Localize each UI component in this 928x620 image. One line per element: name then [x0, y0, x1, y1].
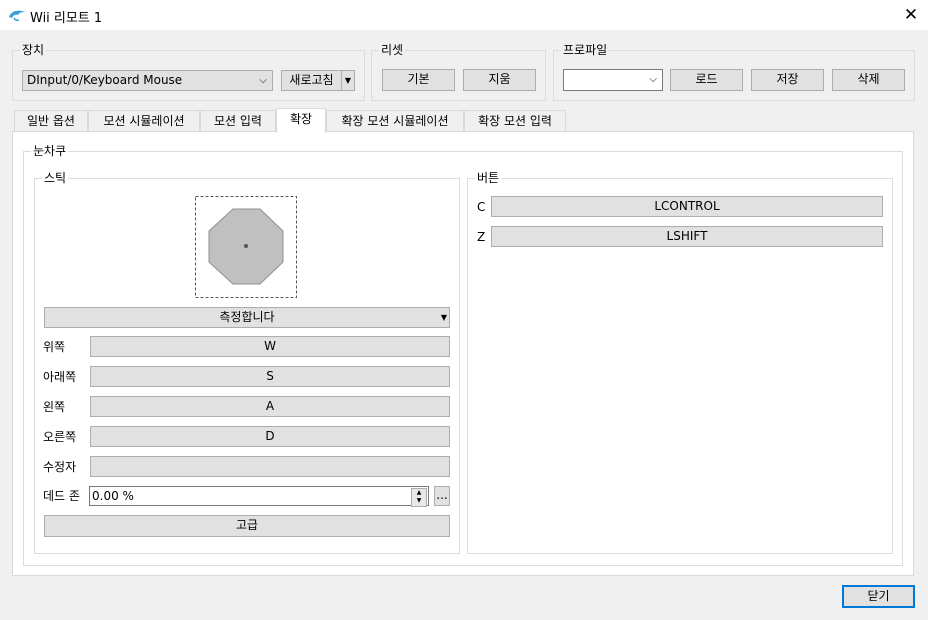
tab-label: 일반 옵션 [27, 114, 75, 128]
dead-zone-label: 데드 존 [43, 489, 80, 503]
dead-zone-more-button[interactable]: ... [434, 486, 450, 506]
more-label: ... [436, 488, 448, 502]
refresh-button-label: 새로고침 [289, 73, 334, 87]
tab-extension-motion-simulation[interactable]: 확장 모션 시뮬레이션 [326, 110, 464, 132]
tab-motion-input[interactable]: 모션 입력 [200, 110, 276, 132]
dolphin-logo-icon [9, 10, 25, 22]
device-select-value: DInput/0/Keyboard Mouse [27, 73, 183, 87]
default-button[interactable]: 기본 [382, 69, 455, 91]
dead-zone-spinbox[interactable]: 0.00 % ▲ ▼ [89, 486, 429, 507]
refresh-button[interactable]: 새로고침 [281, 70, 342, 91]
reset-group-label: 리셋 [379, 43, 406, 57]
nunchuk-group-label: 눈차쿠 [31, 144, 69, 158]
close-button[interactable]: 닫기 [842, 585, 915, 608]
stick-mode-value: 측정합니다 [219, 310, 275, 324]
stick-up-label: 위쪽 [43, 340, 66, 354]
stick-right-label: 오른쪽 [43, 430, 77, 444]
stick-left-label: 왼쪽 [43, 400, 66, 414]
caret-down-icon: ▼ [440, 313, 447, 322]
tab-extension[interactable]: 확장 [276, 108, 326, 133]
tab-motion-simulation[interactable]: 모션 시뮬레이션 [88, 110, 200, 132]
button-c-label: C [477, 200, 486, 214]
stick-modifier-label: 수정자 [43, 460, 77, 474]
dead-zone-value: 0.00 % [92, 489, 134, 503]
spin-arrows-icon[interactable]: ▲ ▼ [411, 488, 427, 507]
device-group-label: 장치 [20, 43, 47, 57]
advanced-button-label: 고급 [235, 518, 259, 532]
stick-mode-select[interactable]: 측정합니다 ▼ [44, 307, 450, 328]
window-title: Wii 리모트 1 [30, 11, 103, 26]
delete-button-label: 삭제 [857, 72, 880, 86]
tab-label: 확장 [289, 112, 313, 126]
profile-select[interactable]: ⌵ [563, 69, 663, 91]
buttons-group-label: 버튼 [475, 171, 502, 185]
default-button-label: 기본 [407, 72, 430, 86]
title-bar [0, 0, 928, 30]
clear-button-label: 지움 [488, 72, 511, 86]
button-z-label: Z [477, 230, 486, 244]
stick-up-mapping[interactable]: W [90, 336, 450, 357]
tab-label: 확장 모션 시뮬레이션 [341, 114, 449, 128]
chevron-down-icon: ⌵ [649, 74, 657, 85]
stick-down-mapping[interactable]: S [90, 366, 450, 387]
tab-label: 확장 모션 입력 [478, 114, 552, 128]
stick-left-mapping[interactable]: A [90, 396, 450, 417]
clear-button[interactable]: 지움 [463, 69, 536, 91]
tab-extension-motion-input[interactable]: 확장 모션 입력 [464, 110, 566, 132]
refresh-dropdown-button[interactable]: ▼ [341, 70, 355, 91]
tab-label: 모션 입력 [214, 114, 262, 128]
delete-button[interactable]: 삭제 [832, 69, 905, 91]
stick-group-label: 스틱 [42, 171, 69, 185]
profile-group-label: 프로파일 [561, 43, 610, 57]
device-select[interactable]: DInput/0/Keyboard Mouse ⌵ [22, 70, 273, 91]
chevron-down-icon: ⌵ [259, 75, 267, 86]
tab-label: 모션 시뮬레이션 [103, 114, 185, 128]
stick-down-label: 아래쪽 [43, 370, 77, 384]
tab-panel-extension: 눈차쿠 스틱 측정합니다 ▼ 위쪽 W 아래쪽 S 왼쪽 A 오른쪽 D 수정자… [12, 131, 914, 576]
close-window-icon[interactable]: ✕ [897, 4, 925, 26]
caret-down-icon: ▼ [344, 76, 352, 85]
stick-modifier-mapping[interactable] [90, 456, 450, 477]
advanced-button[interactable]: 고급 [44, 515, 450, 537]
stick-position-dot [244, 244, 248, 248]
close-button-label: 닫기 [867, 589, 890, 603]
button-z-mapping[interactable]: LSHIFT [491, 226, 883, 247]
stick-preview [195, 196, 297, 298]
save-button[interactable]: 저장 [751, 69, 824, 91]
save-button-label: 저장 [776, 72, 799, 86]
load-button[interactable]: 로드 [670, 69, 743, 91]
stick-right-mapping[interactable]: D [90, 426, 450, 447]
load-button-label: 로드 [695, 72, 718, 86]
tab-general-options[interactable]: 일반 옵션 [14, 110, 88, 132]
button-c-mapping[interactable]: LCONTROL [491, 196, 883, 217]
